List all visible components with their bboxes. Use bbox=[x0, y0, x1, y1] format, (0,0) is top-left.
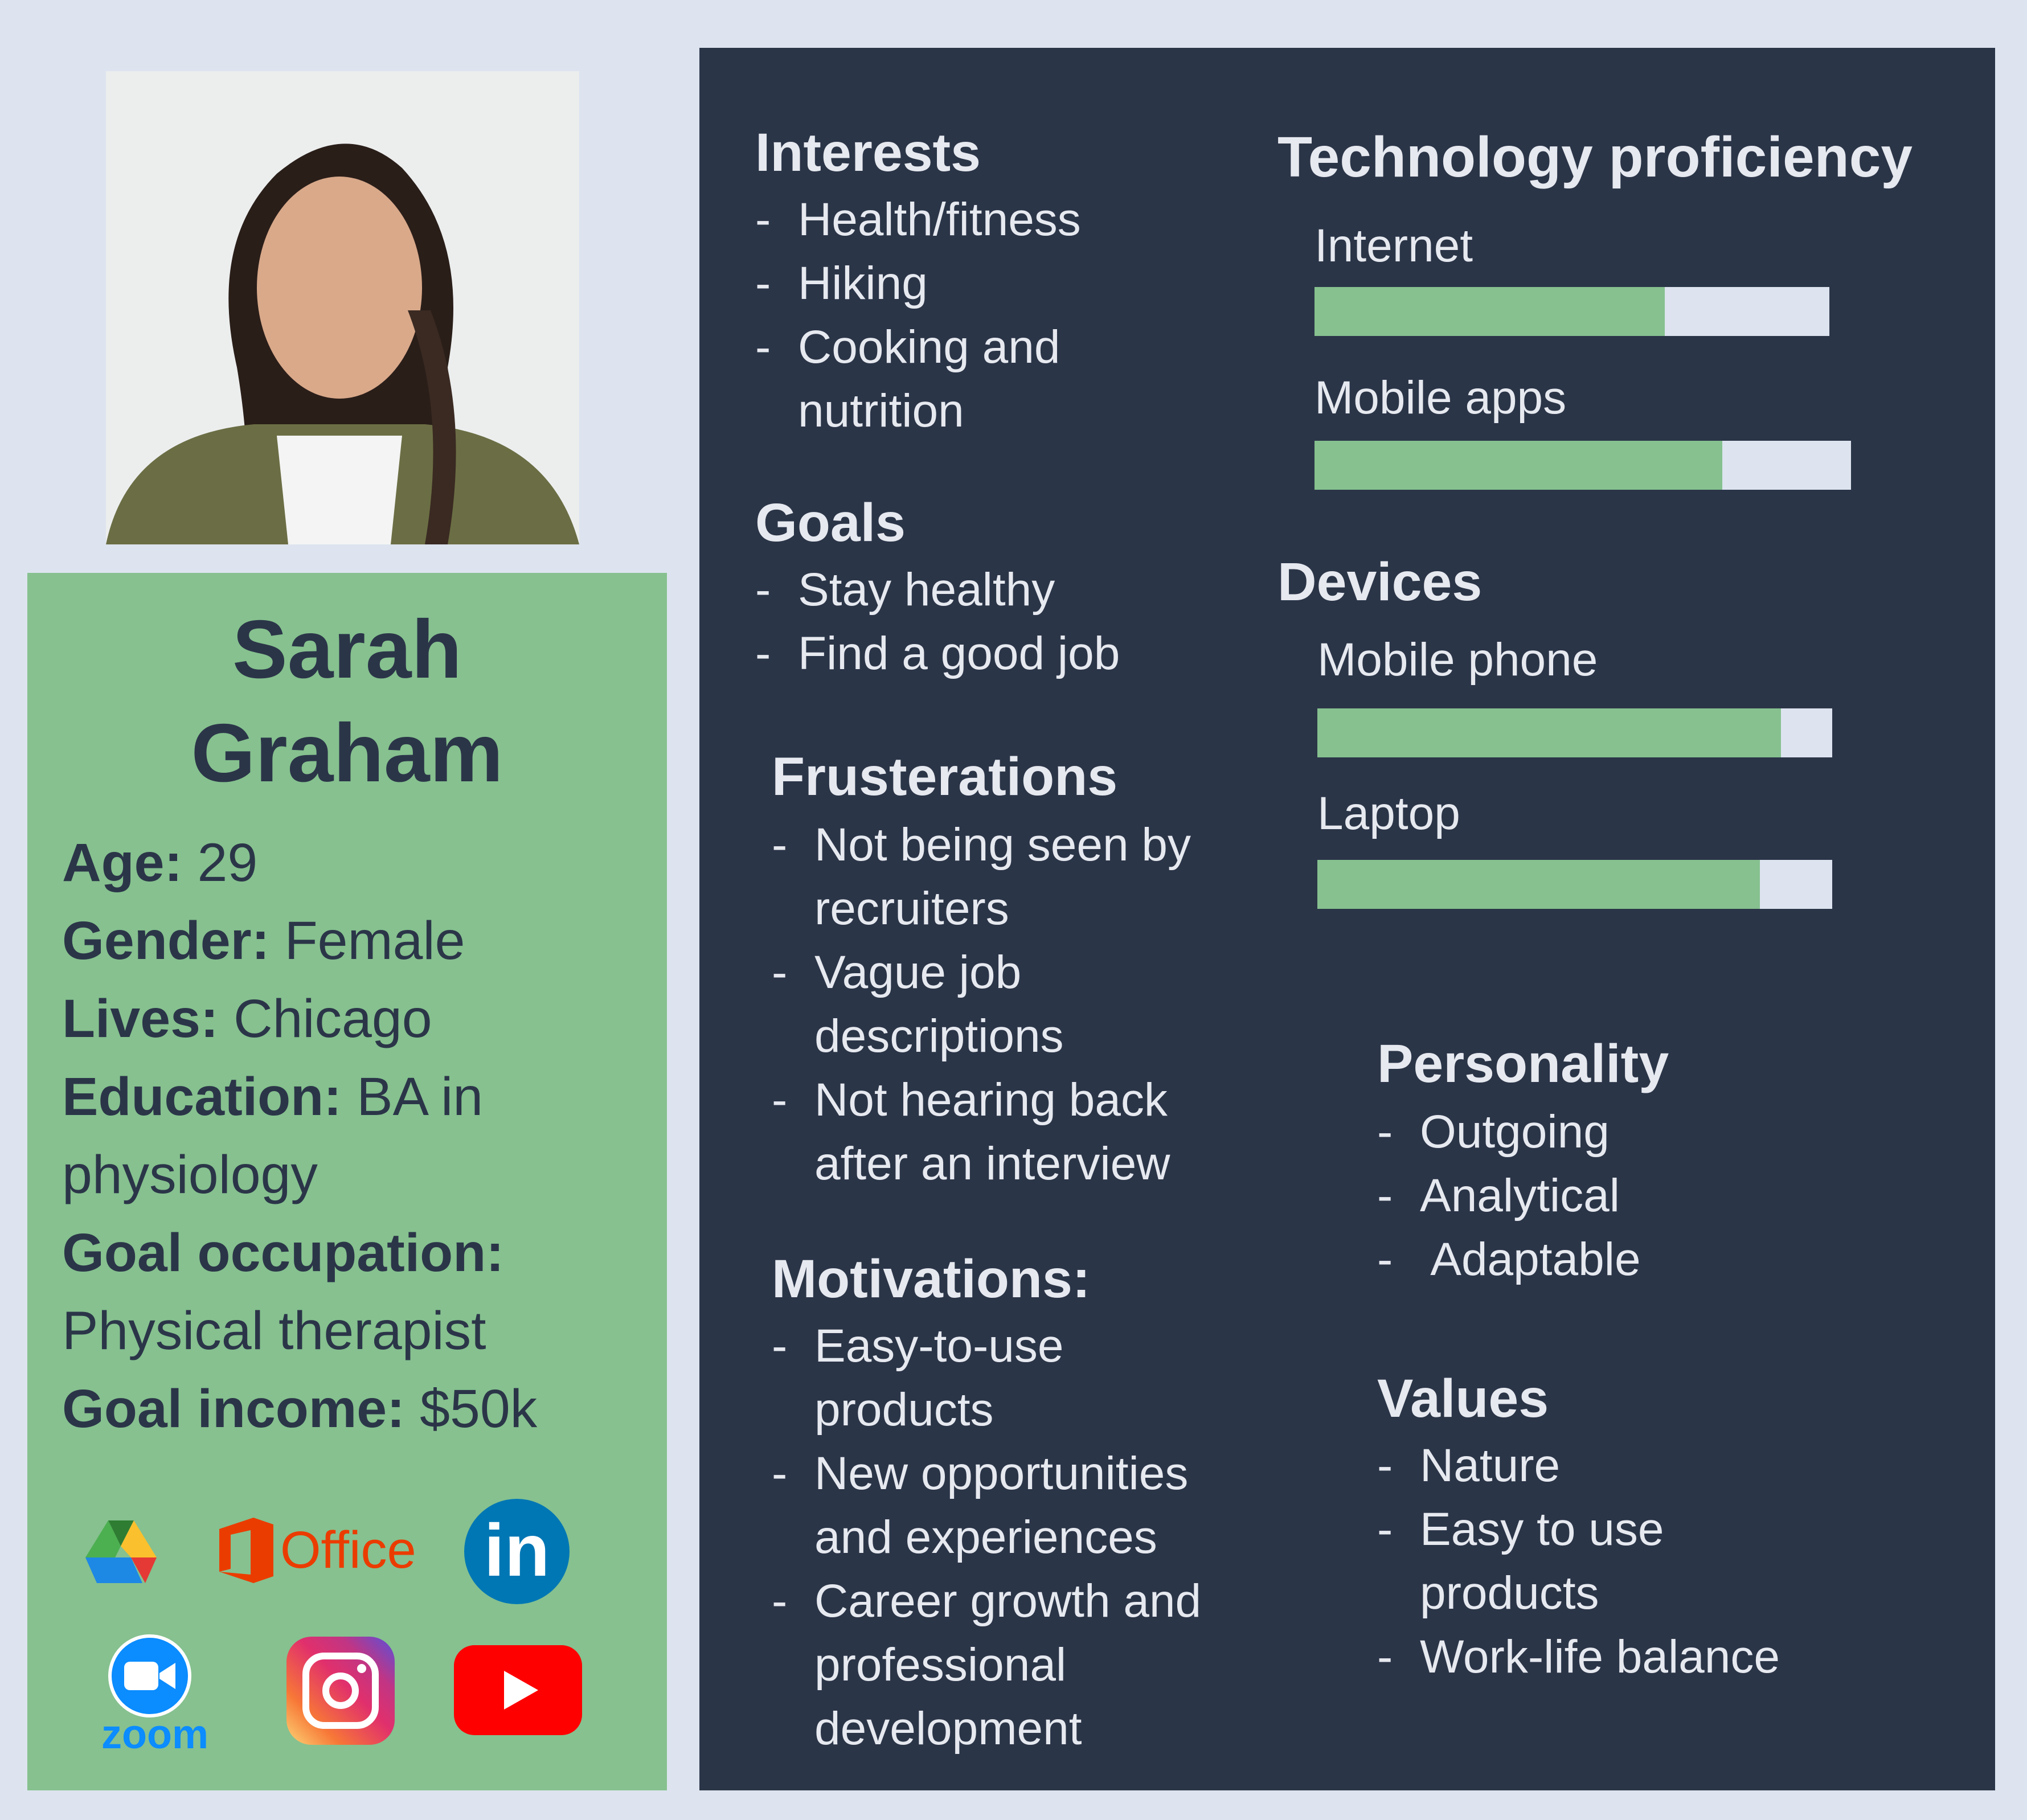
office-icon: Office bbox=[219, 1518, 416, 1583]
laptop-usage-bar bbox=[1317, 860, 1832, 909]
values-heading: Values bbox=[1377, 1368, 1549, 1429]
list-item: - Not being seen by recruiters bbox=[772, 819, 1191, 934]
profile-photo bbox=[106, 71, 579, 544]
interests-list: - Health/fitness - Hiking - Cooking and nut… bbox=[755, 188, 1117, 443]
linkedin-icon: in bbox=[464, 1499, 570, 1604]
detail-goal-occupation: Goal occupation: Physical therapist bbox=[62, 1223, 504, 1361]
mobile-apps-proficiency-bar bbox=[1315, 441, 1851, 490]
google-drive-icon bbox=[85, 1520, 157, 1583]
persona-details: Age: 29 Gender: Female Lives: Chicago Ed… bbox=[62, 824, 660, 1448]
youtube-icon bbox=[454, 1645, 582, 1735]
interests-heading: Interests bbox=[755, 122, 981, 183]
list-item: - Find a good job bbox=[755, 628, 1120, 679]
detail-education: Education: BA in physiology bbox=[62, 1067, 484, 1205]
list-item: - Health/fitness bbox=[755, 194, 1081, 245]
list-item: - Easy to use products bbox=[1377, 1503, 1664, 1619]
detail-age: Age: 29 bbox=[62, 833, 258, 893]
instagram-icon bbox=[286, 1637, 395, 1745]
list-item: - Easy-to-use products bbox=[772, 1320, 1064, 1436]
mobile-phone-usage-fill bbox=[1317, 708, 1781, 757]
list-item: - Work-life balance bbox=[1377, 1631, 1780, 1683]
persona-last-name: Graham bbox=[191, 707, 503, 799]
goals-heading: Goals bbox=[755, 493, 906, 553]
detail-lives: Lives: Chicago bbox=[62, 989, 432, 1049]
mobile-apps-label: Mobile apps bbox=[1315, 372, 1567, 424]
list-item: - Analytical bbox=[1377, 1170, 1620, 1221]
internet-proficiency-bar bbox=[1315, 287, 1829, 336]
motivations-heading: Motivations: bbox=[772, 1249, 1091, 1309]
list-item: - Hiking bbox=[755, 257, 928, 309]
zoom-icon: zoom bbox=[101, 1634, 208, 1755]
personality-heading: Personality bbox=[1377, 1034, 1669, 1094]
devices-heading: Devices bbox=[1277, 552, 1483, 612]
values-list: - Nature - Easy to use products - Work-life… bbox=[1377, 1434, 1780, 1689]
mobile-phone-usage-bar bbox=[1317, 708, 1832, 757]
detail-gender: Gender: Female bbox=[62, 911, 465, 971]
list-item: - Not hearing back after an interview bbox=[772, 1074, 1170, 1190]
list-item: - Cooking and nutrition bbox=[755, 321, 1060, 437]
detail-goal-income: Goal income: $50k bbox=[62, 1379, 538, 1439]
list-item: - Vague job descriptions bbox=[772, 946, 1064, 1062]
internet-label: Internet bbox=[1315, 220, 1473, 272]
internet-proficiency-fill bbox=[1315, 287, 1665, 336]
frustrations-heading: Frusterations bbox=[772, 747, 1118, 807]
goals-list: - Stay healthy - Find a good job bbox=[755, 558, 1120, 686]
list-item: - Career growth and professional developm… bbox=[772, 1575, 1202, 1755]
laptop-usage-fill bbox=[1317, 860, 1760, 909]
list-item: - Nature bbox=[1377, 1440, 1561, 1491]
list-item: - Stay healthy bbox=[755, 564, 1055, 616]
mobile-phone-label: Mobile phone bbox=[1317, 634, 1598, 686]
mobile-apps-proficiency-fill bbox=[1315, 441, 1722, 490]
persona-first-name: Sarah bbox=[232, 603, 462, 695]
tech-proficiency-heading: Technology proficiency bbox=[1277, 125, 1913, 189]
list-item: - New opportunities and experiences bbox=[772, 1448, 1189, 1563]
personality-list: - Outgoing - Analytical - Adaptable bbox=[1377, 1100, 1641, 1292]
motivations-list: - Easy-to-use products - New opportunities… bbox=[772, 1314, 1256, 1761]
list-item: - Adaptable bbox=[1377, 1233, 1641, 1285]
frustrations-list: - Not being seen by recruiters - Vague job… bbox=[772, 813, 1227, 1196]
laptop-label: Laptop bbox=[1317, 788, 1460, 839]
list-item: - Outgoing bbox=[1377, 1106, 1610, 1158]
